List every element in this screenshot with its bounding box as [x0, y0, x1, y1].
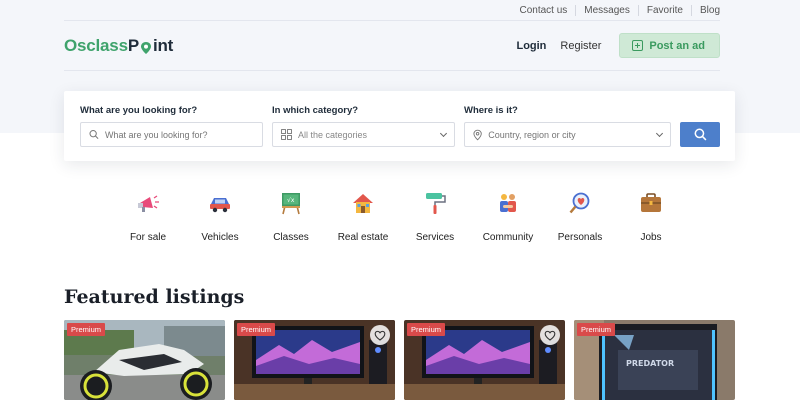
- post-ad-label: Post an ad: [649, 39, 705, 52]
- login-link[interactable]: Login: [516, 40, 546, 52]
- site-header: Osclass Pint Login Register Post an ad: [64, 21, 720, 71]
- plus-square-icon: [632, 40, 644, 51]
- category-list: For sale Vehicles √x Classes Real estate…: [115, 187, 695, 247]
- header-nav: Login Register Post an ad: [516, 33, 720, 58]
- people-icon: [500, 194, 516, 212]
- heart-magnifier-icon: [569, 192, 590, 214]
- where-input[interactable]: [488, 129, 662, 140]
- category-real-estate[interactable]: Real estate: [328, 187, 398, 243]
- heart-icon: [544, 330, 556, 341]
- premium-badge: Premium: [577, 323, 616, 336]
- category-label: Personals: [557, 232, 603, 243]
- category-label: Real estate: [337, 232, 389, 243]
- category-classes[interactable]: √x Classes: [256, 187, 326, 243]
- category-jobs[interactable]: Jobs: [616, 187, 686, 243]
- briefcase-icon: [641, 193, 661, 212]
- premium-badge: Premium: [67, 323, 106, 336]
- contact-us-link[interactable]: Contact us: [511, 4, 577, 16]
- category-label: Vehicles: [201, 232, 239, 243]
- what-label: What are you looking for?: [80, 105, 198, 116]
- utility-bar: Contact us Messages Favorite Blog: [64, 0, 720, 21]
- premium-badge: Premium: [407, 323, 446, 336]
- category-label: Services: [415, 232, 455, 243]
- category-services[interactable]: Services: [400, 187, 470, 243]
- where-label: Where is it?: [464, 105, 518, 116]
- what-input[interactable]: [104, 129, 254, 140]
- chalkboard-icon: √x: [282, 193, 300, 215]
- category-select[interactable]: All the categories: [272, 122, 455, 147]
- category-label: Jobs: [640, 232, 662, 243]
- what-field: What are you looking for?: [80, 105, 263, 147]
- what-input-box[interactable]: [80, 122, 263, 147]
- house-icon: [353, 194, 373, 213]
- favorite-link[interactable]: Favorite: [639, 4, 692, 16]
- favorite-button[interactable]: [540, 325, 560, 345]
- listing-card[interactable]: Premium: [64, 320, 225, 400]
- category-label: Classes: [273, 232, 309, 243]
- favorite-button[interactable]: [370, 325, 390, 345]
- megaphone-icon: [138, 195, 159, 212]
- category-vehicles[interactable]: Vehicles: [185, 187, 255, 243]
- logo-text-int: int: [152, 35, 174, 55]
- svg-text:PREDATOR: PREDATOR: [626, 359, 674, 368]
- logo-text-osclass: Osclass: [64, 35, 128, 55]
- category-label: For sale: [129, 232, 167, 243]
- blog-link[interactable]: Blog: [692, 5, 720, 16]
- post-ad-button[interactable]: Post an ad: [619, 33, 720, 58]
- category-for-sale[interactable]: For sale: [113, 187, 183, 243]
- premium-badge: Premium: [237, 323, 276, 336]
- heart-icon: [374, 330, 386, 341]
- category-field: In which category? All the categories: [272, 105, 455, 147]
- category-personals[interactable]: Personals: [545, 187, 615, 243]
- featured-listings-heading: Featured listings: [64, 286, 245, 308]
- listing-card[interactable]: Premium: [404, 320, 565, 400]
- car-icon: [210, 198, 230, 213]
- svg-text:√x: √x: [287, 197, 295, 204]
- register-link[interactable]: Register: [560, 40, 601, 52]
- where-field: Where is it?: [464, 105, 671, 147]
- listing-card[interactable]: PREDATOR Premium: [574, 320, 735, 400]
- search-icon: [89, 130, 99, 139]
- listing-card[interactable]: Premium: [234, 320, 395, 400]
- where-select[interactable]: [464, 122, 671, 147]
- logo-text-p: P: [127, 35, 139, 55]
- search-panel: What are you looking for? In which categ…: [64, 91, 735, 161]
- category-select-value: All the categories: [298, 129, 368, 140]
- search-icon: [694, 128, 706, 141]
- chevron-down-icon: [439, 129, 448, 138]
- search-button[interactable]: [680, 122, 720, 147]
- messages-link[interactable]: Messages: [576, 4, 639, 16]
- logo-pin-icon: [140, 41, 151, 54]
- category-label: Community: [482, 232, 534, 243]
- site-logo[interactable]: Osclass Pint: [64, 36, 173, 56]
- paint-roller-icon: [426, 193, 446, 214]
- category-label: In which category?: [272, 105, 359, 116]
- category-community[interactable]: Community: [473, 187, 543, 243]
- grid-icon: [281, 129, 292, 140]
- location-pin-icon: [473, 129, 482, 140]
